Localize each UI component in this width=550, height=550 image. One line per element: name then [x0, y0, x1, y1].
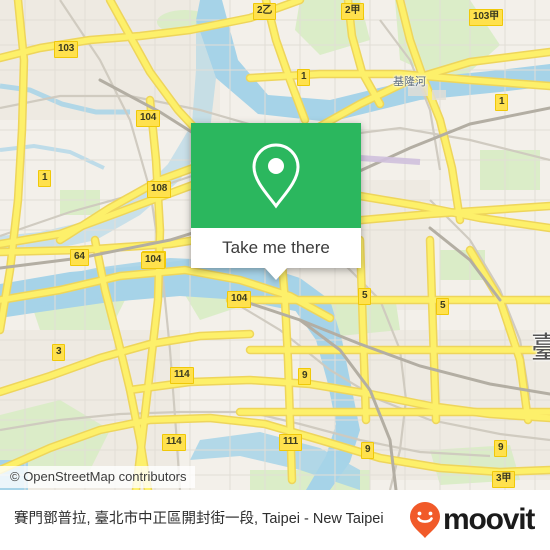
road-shield: 104	[136, 110, 161, 127]
road-shield: 1	[38, 170, 52, 187]
road-shield: 111	[279, 434, 302, 451]
road-shield: 64	[70, 249, 89, 266]
road-shield: 103	[54, 41, 79, 58]
road-shield: 5	[436, 298, 450, 315]
road-shield: 104	[141, 252, 166, 269]
road-shield: 1	[495, 94, 509, 111]
road-shield: 2甲	[341, 3, 365, 20]
road-shield: 9	[494, 440, 508, 457]
moovit-pin-icon	[410, 502, 440, 538]
road-shield: 3	[52, 344, 66, 361]
take-me-there-label: Take me there	[222, 238, 330, 257]
road-shield: 5	[358, 288, 372, 305]
road-shield: 114	[162, 434, 186, 451]
moovit-wordmark: moovit	[443, 503, 535, 536]
popup-tail-pointer	[265, 268, 287, 280]
road-shield: 9	[298, 368, 312, 385]
map-canvas[interactable]: 103甲2乙2甲10311104110810464104104553911411…	[0, 0, 550, 490]
road-shield: 1	[297, 69, 311, 86]
road-shield: 108	[147, 181, 172, 198]
footer-bar: 賽門鄧普拉, 臺北市中正區開封街一段, Taipei - New Taipei …	[0, 490, 550, 550]
popup-cta-area[interactable]: Take me there	[191, 228, 361, 268]
road-shield: 9	[361, 442, 375, 459]
road-shield: 3甲	[492, 471, 516, 488]
map-label-river: 基隆河	[393, 76, 426, 88]
map-label-city: 臺	[531, 332, 550, 365]
moovit-map-share-card: 103甲2乙2甲10311104110810464104104553911411…	[0, 0, 550, 550]
popup-image-area	[191, 123, 361, 228]
road-shield: 114	[170, 367, 194, 384]
road-shield: 2乙	[253, 3, 277, 20]
osm-attribution[interactable]: © OpenStreetMap contributors	[0, 466, 195, 488]
moovit-logo[interactable]: moovit	[409, 501, 535, 539]
road-shield: 103甲	[469, 9, 503, 26]
map-pin-icon	[252, 142, 300, 209]
road-shield: 104	[227, 291, 252, 308]
place-title: 賽門鄧普拉, 臺北市中正區開封街一段, Taipei - New Taipei	[14, 511, 384, 528]
location-popup-card[interactable]: Take me there	[191, 123, 361, 280]
